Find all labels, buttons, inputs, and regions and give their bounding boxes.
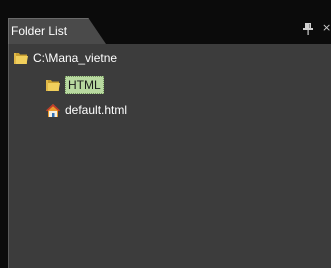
tree-item-label: C:\Mana_vietne: [33, 51, 118, 65]
tree-item-default-html[interactable]: default.html: [45, 101, 127, 119]
tree-item-label: HTML: [65, 76, 104, 94]
tree-item-root[interactable]: C:\Mana_vietne: [13, 49, 117, 67]
tab-label: Folder List: [11, 24, 68, 38]
panel-header: Folder List ×: [0, 0, 331, 44]
folder-list-window: Folder List × C:\Mana_vietne HTML defaul…: [0, 0, 331, 268]
tree-item-label: default.html: [65, 103, 128, 117]
folder-open-icon: [14, 53, 28, 64]
tree-item-html[interactable]: HTML: [45, 76, 104, 94]
folder-tree-panel: C:\Mana_vietne HTML default.html: [8, 44, 331, 268]
tab-folder-list[interactable]: Folder List: [8, 18, 106, 44]
home-page-icon: [46, 103, 60, 117]
close-icon[interactable]: ×: [322, 22, 331, 34]
pin-icon[interactable]: [303, 23, 313, 35]
folder-icon: [46, 80, 60, 91]
